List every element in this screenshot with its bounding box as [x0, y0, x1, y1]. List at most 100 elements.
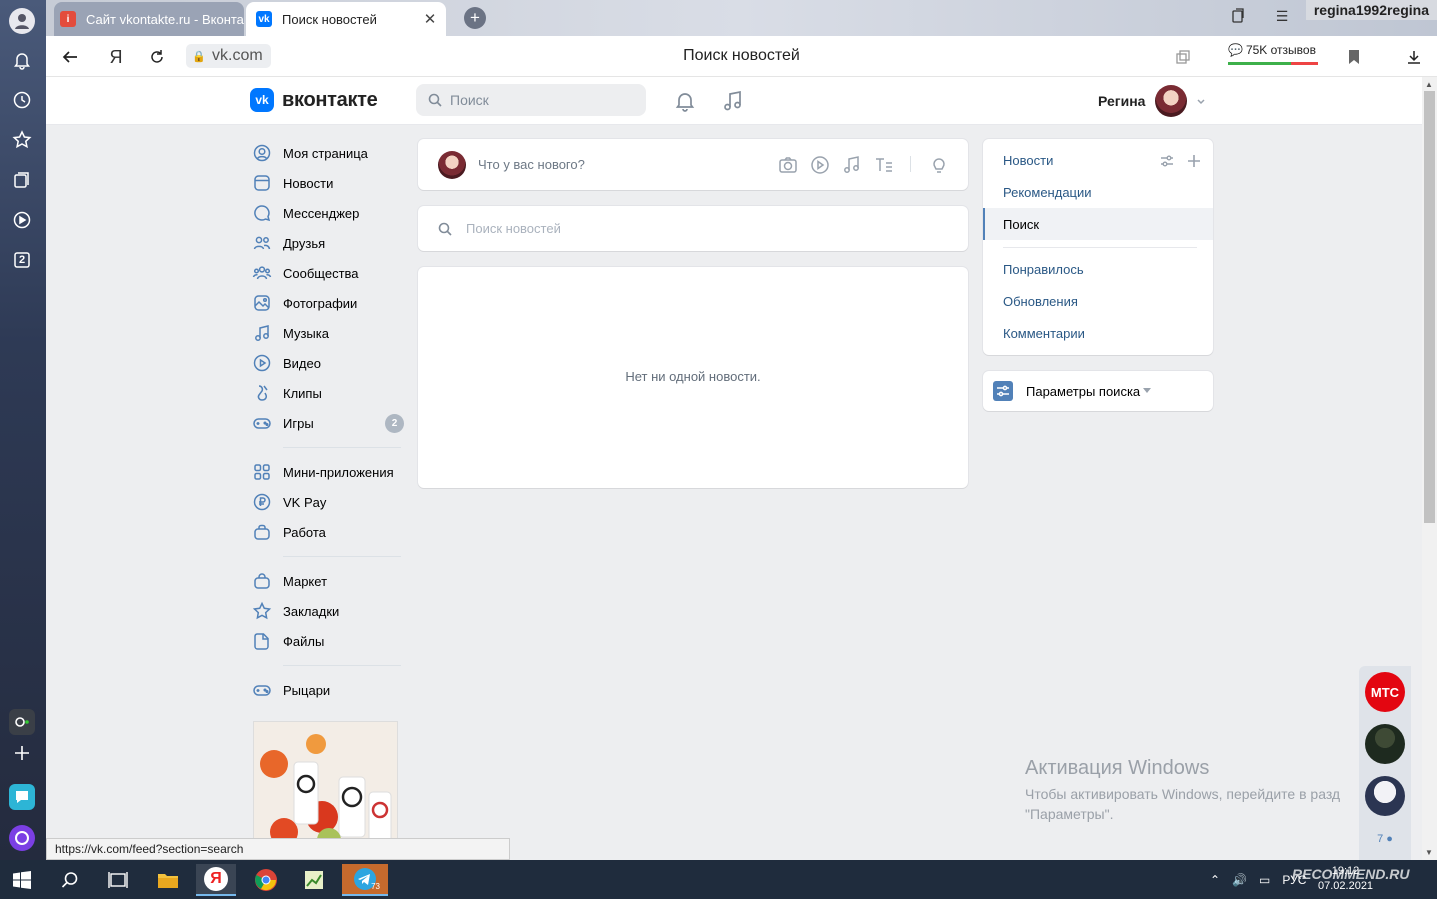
menu-item-profile[interactable]: Моя страница: [252, 138, 404, 168]
filter-label: Комментарии: [1003, 325, 1085, 341]
volume-icon[interactable]: 🔊: [1232, 873, 1247, 887]
music-icon[interactable]: [841, 154, 863, 176]
messenger-icon: [254, 205, 271, 222]
filter-item-updates[interactable]: Обновления: [983, 285, 1213, 317]
telegram-icon[interactable]: 73: [342, 864, 388, 896]
alice-icon[interactable]: [9, 825, 35, 851]
menu-item-label: Друзья: [283, 235, 326, 251]
search-icon[interactable]: [50, 864, 90, 896]
page-scrollbar[interactable]: ▲ ▼: [1422, 77, 1437, 860]
menu-item-label: Моя страница: [283, 145, 368, 161]
video-icon: [253, 354, 271, 372]
menu-item-games[interactable]: Игры 2: [252, 408, 404, 438]
collections-icon[interactable]: [11, 169, 33, 191]
vk-logo[interactable]: vk вконтакте: [250, 88, 378, 112]
messenger-app-icon[interactable]: [9, 784, 35, 810]
tab-vkontakte-info[interactable]: i Сайт vkontakte.ru - Вконта: [54, 2, 244, 36]
close-tab-icon[interactable]: ✕: [420, 10, 440, 28]
file-explorer-icon[interactable]: [148, 864, 188, 896]
network-icon[interactable]: ▭: [1259, 873, 1270, 887]
reviews-rating-bar: [1228, 62, 1318, 65]
vk-search-input[interactable]: Поиск: [416, 84, 646, 116]
music-icon[interactable]: [721, 89, 745, 113]
add-icon[interactable]: [1186, 153, 1202, 169]
vk-favicon-icon: vk: [256, 11, 272, 27]
charts-app-icon[interactable]: [294, 864, 334, 896]
scrollbar-thumb[interactable]: [1424, 91, 1435, 523]
search-params-button[interactable]: Параметры поиска: [983, 371, 1213, 411]
video-icon[interactable]: [809, 154, 831, 176]
menu-item-label: Новости: [283, 175, 334, 191]
menu-item-label: VK Pay: [283, 494, 327, 510]
caret-down-icon: [1143, 388, 1151, 393]
bell-icon[interactable]: [11, 49, 33, 71]
news-icon: [254, 175, 270, 191]
chat-avatar-1[interactable]: [1365, 724, 1405, 764]
alice-app-icon[interactable]: [9, 709, 35, 735]
menu-item-photos[interactable]: Фотографии: [252, 288, 404, 318]
bookmark-icon[interactable]: [1342, 45, 1366, 69]
filter-item-news[interactable]: Новости: [983, 144, 1213, 176]
filter-item-comments[interactable]: Комментарии: [983, 317, 1213, 349]
menu-item-game[interactable]: Рыцари: [252, 675, 404, 705]
menu-item-clips[interactable]: Клипы: [252, 378, 404, 408]
reader-icon[interactable]: [1171, 45, 1195, 69]
star-icon[interactable]: [11, 129, 33, 151]
search-icon: [428, 93, 442, 107]
windows-start-icon[interactable]: [2, 864, 42, 896]
friends-online-count[interactable]: 7 ●: [1359, 833, 1411, 845]
menu-item-files[interactable]: Файлы: [252, 626, 404, 656]
history-icon[interactable]: [11, 89, 33, 111]
user-menu[interactable]: Регина: [1098, 85, 1207, 117]
menu-icon[interactable]: ☰: [1272, 8, 1292, 28]
friends-icon: [253, 236, 271, 250]
menu-item-music[interactable]: Музыка: [252, 318, 404, 348]
scroll-up-icon[interactable]: ▲: [1425, 80, 1433, 89]
menu-item-work[interactable]: Работа: [252, 517, 404, 547]
task-view-icon[interactable]: [98, 864, 138, 896]
yandex-browser-icon[interactable]: Я: [196, 864, 236, 896]
clips-icon: [257, 385, 268, 401]
menu-item-market[interactable]: Маркет: [252, 566, 404, 596]
post-placeholder[interactable]: Что у вас нового?: [478, 157, 585, 172]
search-placeholder: Поиск: [450, 92, 489, 108]
chevron-up-icon[interactable]: ⌃: [1210, 873, 1220, 887]
menu-item-vkpay[interactable]: VK Pay: [252, 487, 404, 517]
scroll-down-icon[interactable]: ▼: [1425, 848, 1433, 857]
recommend-favicon-icon: i: [60, 11, 76, 27]
notifications-icon[interactable]: [673, 89, 697, 113]
ad-image[interactable]: [253, 721, 398, 841]
mts-chat[interactable]: МТС: [1365, 672, 1405, 712]
filter-item-search[interactable]: Поиск: [983, 208, 1213, 240]
settings-sliders-icon[interactable]: [1159, 153, 1175, 169]
menu-item-video[interactable]: Видео: [252, 348, 404, 378]
tab-news-search[interactable]: vk Поиск новостей ✕: [246, 2, 446, 36]
chat-avatar-2[interactable]: [1365, 776, 1405, 816]
filter-label: Обновления: [1003, 293, 1078, 309]
tabs-count-icon[interactable]: 2: [11, 249, 33, 271]
menu-item-apps[interactable]: Мини-приложения: [252, 457, 404, 487]
filter-item-liked[interactable]: Понравилось: [983, 253, 1213, 285]
search-icon: [438, 222, 452, 236]
filter-item-recommendations[interactable]: Рекомендации: [983, 176, 1213, 208]
add-icon[interactable]: [11, 742, 33, 764]
menu-item-bookmarks[interactable]: Закладки: [252, 596, 404, 626]
article-icon[interactable]: [873, 154, 895, 176]
recommend-watermark: RECOMMEND.RU: [1292, 866, 1410, 882]
menu-item-communities[interactable]: Сообщества: [252, 258, 404, 288]
chrome-icon[interactable]: [246, 864, 286, 896]
download-icon[interactable]: [1402, 45, 1426, 69]
menu-item-messenger[interactable]: Мессенджер: [252, 198, 404, 228]
idea-icon[interactable]: [928, 154, 950, 176]
video-icon[interactable]: [11, 209, 33, 231]
new-tab-button[interactable]: +: [464, 7, 486, 29]
menu-item-friends[interactable]: Друзья: [252, 228, 404, 258]
menu-item-news[interactable]: Новости: [252, 168, 404, 198]
new-post-box[interactable]: Что у вас нового?: [418, 139, 968, 190]
camera-icon[interactable]: [777, 154, 799, 176]
news-search-field[interactable]: Поиск новостей: [418, 206, 968, 251]
tab-manager-icon[interactable]: [1228, 8, 1248, 28]
reviews-widget[interactable]: 💬 75K отзывов: [1228, 43, 1318, 65]
empty-message: Нет ни одной новости.: [625, 369, 761, 384]
profile-avatar-icon[interactable]: [9, 8, 35, 34]
